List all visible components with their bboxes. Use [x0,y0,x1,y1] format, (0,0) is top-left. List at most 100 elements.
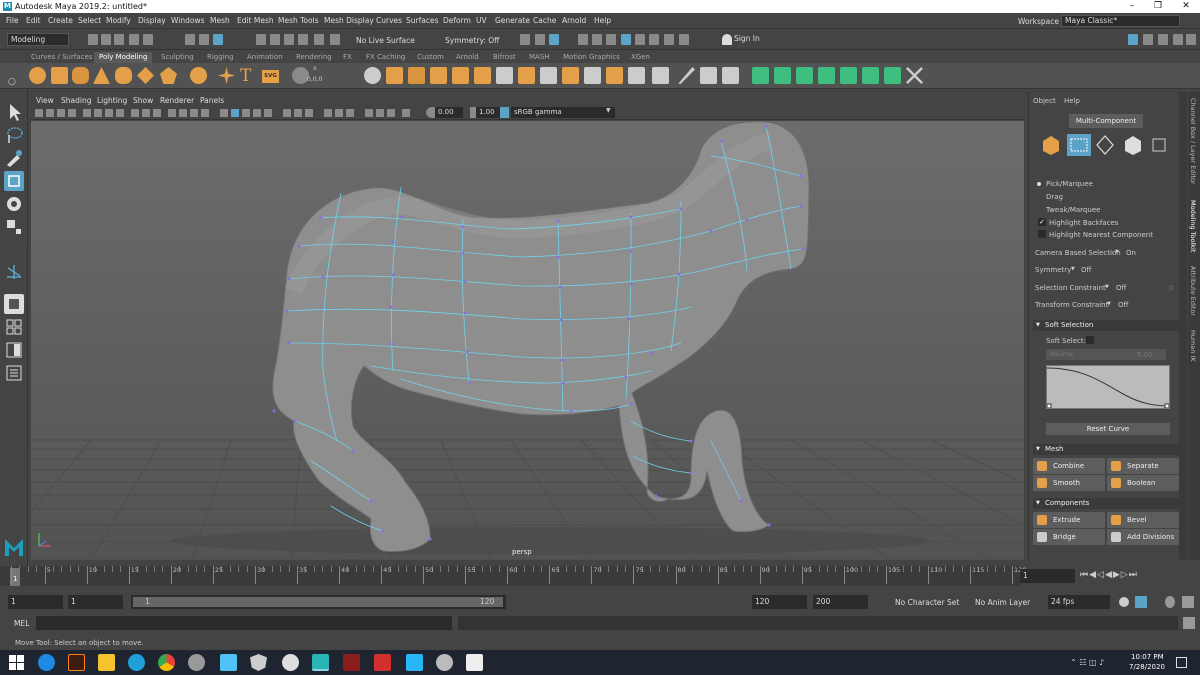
menu-help[interactable]: Help [594,16,611,25]
chrome-icon[interactable] [158,654,175,671]
poly-disc-icon[interactable] [160,67,177,84]
select-hierarchy-icon[interactable] [185,34,195,45]
poly-cube-icon[interactable] [51,67,68,84]
viewport-menu-show[interactable]: Show [133,96,153,105]
falloff-curve-graph[interactable] [1046,365,1170,409]
construction-history-icon[interactable] [535,34,545,45]
shelf-tab-arnold[interactable]: Arnold [451,52,484,63]
animation-start-field[interactable]: 1 [8,595,63,609]
automatic-uv-icon[interactable] [818,67,835,84]
boolean-button[interactable]: Boolean [1107,475,1179,491]
viewport-menu-shading[interactable]: Shading [61,96,91,105]
cylindrical-uv-icon[interactable] [774,67,791,84]
animation-preferences-icon[interactable] [1182,596,1194,608]
toolkit-menu-object[interactable]: Object [1033,97,1056,105]
poly-cone-icon[interactable] [93,67,110,84]
image-viewer-icon[interactable] [406,654,423,671]
insert-edge-loop-icon[interactable] [700,67,717,84]
menu-create[interactable]: Create [48,16,73,25]
step-forward-frame-icon[interactable]: ▷ [1121,570,1129,580]
highlight-backfaces-checkbox[interactable]: ✓ [1038,218,1046,226]
platonic-solid-icon[interactable] [190,67,207,84]
edge-browser-icon[interactable] [38,654,55,671]
undo-icon[interactable] [129,34,139,45]
planar-uv-icon[interactable] [752,67,769,84]
notification-center-icon[interactable] [1176,657,1187,668]
viewport-toolbar-icons[interactable] [35,108,420,118]
smooth-shelf-icon[interactable] [408,67,425,84]
tab-attribute-editor[interactable]: Attribute Editor [1189,266,1197,316]
extrude-shelf-icon[interactable] [518,67,535,84]
bevel-button[interactable]: Bevel [1107,512,1179,528]
average-vertices-icon[interactable] [430,67,447,84]
menu-mesh-display[interactable]: Mesh Display [324,16,374,25]
svg-tool-icon[interactable]: SVG [262,70,279,83]
shelf-tab-fx[interactable]: FX [338,52,357,63]
symmetry-setting-value[interactable]: Off [1081,266,1091,274]
poly-cylinder-icon[interactable] [72,67,89,84]
auto-key-icon[interactable] [1135,596,1147,608]
obs-icon[interactable] [282,654,299,671]
mirror-icon[interactable] [496,67,513,84]
menu-deform[interactable]: Deform [443,16,471,25]
mesh-section-header[interactable]: Mesh [1033,444,1181,455]
scale-tool-icon[interactable] [4,217,24,237]
chevron-down-icon[interactable]: ▼ [1105,284,1109,290]
bevel-shelf-icon[interactable] [562,67,579,84]
arnold-ipr-icon[interactable] [664,34,674,45]
ipr-render-icon[interactable] [592,34,602,45]
drag-label[interactable]: Drag [1046,193,1063,201]
layout-uv-icon[interactable] [884,67,901,84]
system-tray-icons[interactable]: ⌃ ☷ ◫ ♪ [1070,658,1104,667]
multi-cut-icon[interactable] [628,67,645,84]
shelf-tab-rigging[interactable]: Rigging [202,52,239,63]
pause-icon[interactable] [679,34,689,45]
select-object-icon[interactable] [199,34,209,45]
render-frame-icon[interactable] [578,34,588,45]
step-back-key-icon[interactable]: ◀ [1089,570,1097,580]
security-shield-icon[interactable] [250,654,267,671]
new-scene-icon[interactable] [88,34,98,45]
workspace-dropdown[interactable]: Maya Classic* [1061,15,1180,27]
snap-surface-icon[interactable] [314,34,324,45]
highlight-nearest-checkbox[interactable] [1038,230,1046,238]
redo-icon[interactable] [143,34,153,45]
add-divisions-button[interactable]: Add Divisions [1107,529,1179,545]
menu-set-dropdown[interactable]: Modeling [7,33,69,46]
shelf-tab-motion-graphics[interactable]: Motion Graphics [558,52,625,63]
hypershade-icon[interactable] [621,34,631,45]
menu-edit[interactable]: Edit [26,16,41,25]
open-scene-icon[interactable] [101,34,111,45]
menu-arnold[interactable]: Arnold [562,16,586,25]
soft-modification-icon[interactable] [4,262,24,282]
show-tool-settings-icon[interactable] [1143,34,1153,45]
go-to-start-icon[interactable]: ⏮ [1080,570,1089,580]
rotate-tool-icon[interactable] [4,194,24,214]
poly-sphere-icon[interactable] [29,67,46,84]
play-backward-icon[interactable]: ◀ [1105,570,1113,580]
animation-end-field[interactable]: 200 [813,595,868,609]
volume-value[interactable]: 5.00 [1137,351,1153,359]
render-view-icon[interactable] [549,34,559,45]
bridge-shelf-icon[interactable] [540,67,557,84]
anim-layer-dropdown[interactable]: No Anim Layer [975,598,1030,607]
target-weld-icon[interactable] [652,67,669,84]
symmetry-label[interactable]: Symmetry: Off [445,36,499,45]
lasso-tool-icon[interactable] [4,125,24,145]
select-component-icon[interactable] [213,34,223,45]
menu-windows[interactable]: Windows [171,16,204,25]
super-shape-icon[interactable] [218,67,235,84]
range-slider[interactable]: 1 120 [131,595,506,609]
app-circle-icon[interactable] [128,654,145,671]
chevron-down-icon[interactable]: ▼ [1071,266,1075,272]
show-layers-icon[interactable] [1186,34,1196,45]
transform-constraint-value[interactable]: Off [1118,301,1128,309]
soft-select-checkbox[interactable] [1086,336,1094,344]
pick-marquee-radio[interactable] [1037,182,1041,186]
components-section-header[interactable]: Components [1033,498,1181,509]
live-surface-label[interactable]: No Live Surface [356,36,415,45]
menu-surfaces[interactable]: Surfaces [406,16,438,25]
script-editor-icon[interactable] [1183,617,1195,629]
uv-editor-icon[interactable] [840,67,857,84]
slide-edge-icon[interactable] [678,67,695,84]
